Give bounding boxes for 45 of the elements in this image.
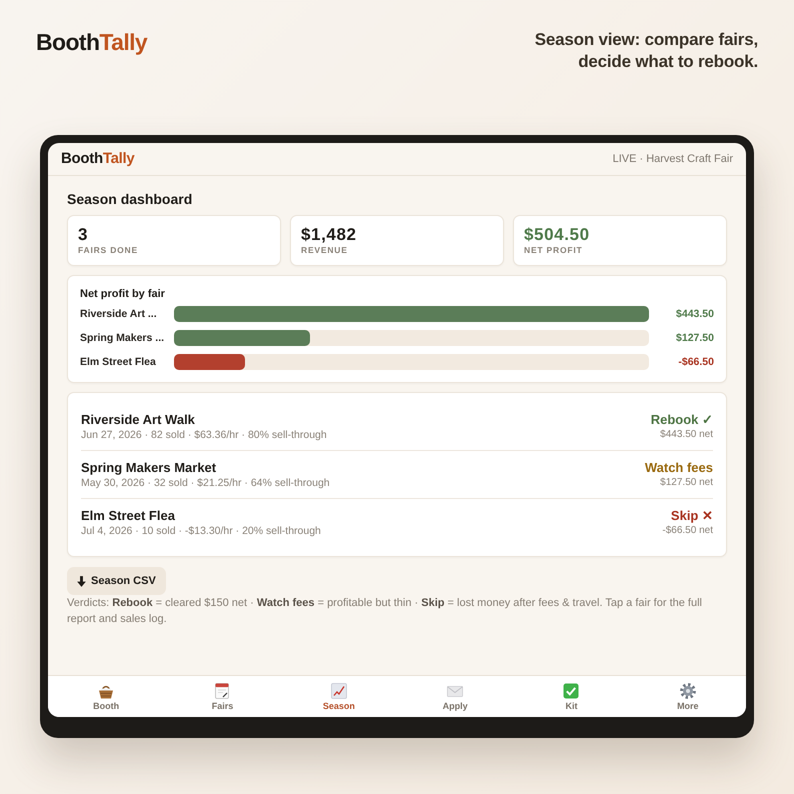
bar-label: Elm Street Flea: [80, 355, 156, 369]
line-chart-icon: [330, 683, 347, 699]
tab[interactable]: Kit: [513, 676, 630, 717]
fair-name[interactable]: Riverside Art Walk: [81, 412, 195, 428]
net-amount: $127.50 net: [660, 476, 713, 490]
bar-label: Riverside Art ...: [80, 307, 157, 321]
fair-details: Jun 27, 2026 · 82 sold · $63.36/hr · 80% sell-through: [81, 428, 327, 442]
tab[interactable]: Fairs: [164, 676, 281, 717]
down-arrow-icon: [77, 576, 86, 586]
tagline: Season view: compare fairs, decide what to rebook.: [534, 29, 758, 73]
envelope-icon: [447, 686, 464, 696]
stat-value: $504.50: [524, 225, 590, 244]
stat-value: 3: [78, 225, 88, 244]
bar-value-label: $127.50: [676, 331, 714, 345]
stat-label: FAIRS DONE: [78, 244, 138, 256]
stat-label: NET PROFIT: [524, 244, 583, 256]
basket-icon: [98, 683, 114, 699]
app-logo: BoothTally: [61, 150, 134, 168]
checkbox-icon: [563, 683, 580, 699]
tab[interactable]: More: [630, 676, 746, 717]
fair-name[interactable]: Elm Street Flea: [81, 508, 175, 524]
brand-logo: BoothTally: [36, 29, 148, 55]
tab[interactable]: Booth: [48, 676, 164, 717]
bar-label: Spring Makers ...: [80, 331, 164, 345]
stat-value: $1,482: [301, 225, 357, 244]
stat-label: REVENUE: [301, 244, 348, 256]
page-title: Season dashboard: [67, 190, 192, 208]
tab[interactable]: Season: [280, 676, 397, 717]
fair-details: Jul 4, 2026 · 10 sold · -$13.30/hr · 20% sell-through: [81, 524, 321, 538]
verdict-label: Watch fees: [644, 460, 713, 476]
verdicts-legend: Verdicts: Rebook = cleared $150 net · Watch fees = profitable but thin · Skip = lost money after fees & travel. Tap a fair for the full report and sales log.: [67, 595, 717, 627]
live-status: LIVE · Harvest Craft Fair: [612, 152, 733, 166]
bar-value-label: -$66.50: [678, 355, 714, 369]
fair-details: May 30, 2026 · 32 sold · $21.25/hr · 64% sell-through: [81, 476, 330, 490]
chart-title: Net profit by fair: [80, 287, 165, 301]
calendar-icon: [214, 683, 230, 699]
verdict-label: Skip ✕: [670, 508, 713, 524]
fair-name[interactable]: Spring Makers Market: [81, 460, 216, 476]
verdict-label: Rebook ✓: [650, 412, 713, 428]
bar-value-label: $443.50: [676, 307, 714, 321]
net-amount: $443.50 net: [660, 428, 713, 442]
gear-icon: [680, 683, 696, 699]
net-amount: -$66.50 net: [662, 524, 713, 538]
tab[interactable]: Apply: [397, 676, 514, 717]
season-csv-button[interactable]: Season CSV: [67, 567, 166, 595]
